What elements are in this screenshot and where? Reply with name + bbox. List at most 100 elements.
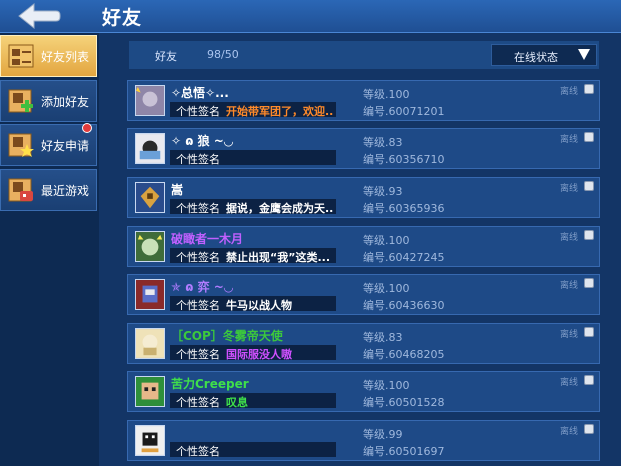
- friend-level: 等级.100: [363, 379, 410, 392]
- friend-row[interactable]: ✯ ɷ 弈 ~◡ 个性签名 牛马以战人物 等级.100 编号.60436630 …: [127, 274, 600, 315]
- friend-name: ✧ ɷ 狼 ~◡: [171, 134, 234, 148]
- select-checkbox[interactable]: [584, 278, 594, 288]
- friend-level: 等级.99: [363, 428, 403, 441]
- recent-games-icon: [8, 178, 33, 202]
- online-status: 离线: [560, 233, 579, 243]
- signature-label: 个性签名: [176, 251, 220, 264]
- friend-request-icon: [8, 133, 34, 157]
- select-checkbox[interactable]: [584, 132, 594, 142]
- signature-box: 个性签名 叹息: [170, 393, 336, 409]
- sidebar-item-recent-games[interactable]: 最近游戏: [0, 169, 97, 211]
- signature-label: 个性签名: [176, 396, 220, 409]
- friend-level: 等级.83: [363, 331, 403, 344]
- friend-id: 编号.60356710: [363, 153, 445, 166]
- back-arrow-icon[interactable]: [16, 2, 62, 30]
- sidebar-item-label: 最近游戏: [41, 184, 90, 198]
- friend-level: 等级.100: [363, 282, 410, 295]
- friend-name: ✯ ɷ 弈 ~◡: [171, 280, 234, 294]
- signature-text: 禁止出现“我”这类...: [226, 251, 330, 264]
- friend-row[interactable]: ［COP］冬雾帝天使 个性签名 国际服没人嗷 等级.83 编号.60468205…: [127, 323, 600, 364]
- sidebar-item-label: 添加好友: [41, 95, 90, 109]
- friend-id: 编号.60365936: [363, 202, 445, 215]
- sidebar-item-friend-list[interactable]: 好友列表: [0, 35, 97, 77]
- friend-level: 等级.100: [363, 88, 410, 101]
- friends-count: 98/50: [207, 48, 239, 61]
- friend-level: 等级.100: [363, 234, 410, 247]
- signature-box: 个性签名 禁止出现“我”这类...: [170, 248, 336, 264]
- friend-level: 等级.83: [363, 136, 403, 149]
- signature-box: 个性签名: [170, 442, 336, 458]
- friend-id: 编号.60468205: [363, 348, 445, 361]
- select-checkbox[interactable]: [584, 181, 594, 191]
- sidebar-item-add-friend[interactable]: 添加好友: [0, 80, 97, 122]
- friend-id: 编号.60436630: [363, 299, 445, 312]
- select-checkbox[interactable]: [584, 375, 594, 385]
- online-status: 离线: [560, 184, 579, 194]
- friend-row[interactable]: 嵩 个性签名 据说，金鹰会成为天... 等级.93 编号.60365936 离线: [127, 177, 600, 218]
- friend-name: 破瞰者一木月: [171, 232, 244, 246]
- signature-label: 个性签名: [176, 153, 220, 166]
- page-title: 好友: [102, 7, 143, 29]
- friend-row[interactable]: ✧总悟✧... 个性签名 开始带军团了，欢迎... 等级.100 编号.6007…: [127, 80, 600, 121]
- signature-text: 叹息: [226, 396, 248, 409]
- friend-row[interactable]: ✧ ɷ 狼 ~◡ 个性签名 等级.83 编号.60356710 离线: [127, 128, 600, 169]
- top-bar: 好友: [0, 0, 621, 33]
- friend-name: ✧总悟✧...: [171, 86, 229, 100]
- signature-label: 个性签名: [176, 445, 220, 458]
- avatar: [135, 328, 165, 359]
- avatar: [135, 182, 165, 213]
- signature-label: 个性签名: [176, 299, 220, 312]
- friend-row[interactable]: 个性签名 等级.99 编号.60501697 离线: [127, 420, 600, 461]
- signature-text: 牛马以战人物: [226, 299, 292, 312]
- online-status: 离线: [560, 135, 579, 145]
- signature-text: 国际服没人嗷: [226, 348, 292, 361]
- avatar: [135, 425, 165, 456]
- friend-level: 等级.93: [363, 185, 403, 198]
- avatar: [135, 279, 165, 310]
- signature-text: 开始带军团了，欢迎...: [226, 105, 334, 118]
- select-checkbox[interactable]: [584, 424, 594, 434]
- signature-box: 个性签名 开始带军团了，欢迎...: [170, 102, 336, 118]
- friends-label: 好友: [155, 50, 177, 63]
- friend-row[interactable]: 苦力Creeper 个性签名 叹息 等级.100 编号.60501528 离线: [127, 371, 600, 412]
- friend-name: ［COP］冬雾帝天使: [171, 329, 283, 343]
- notification-badge: [82, 123, 92, 133]
- signature-box: 个性签名 牛马以战人物: [170, 296, 336, 312]
- avatar: [135, 133, 165, 164]
- signature-label: 个性签名: [176, 202, 220, 215]
- online-status: 离线: [560, 87, 579, 97]
- select-checkbox[interactable]: [584, 327, 594, 337]
- avatar: [135, 85, 165, 116]
- add-friend-icon: [8, 89, 33, 113]
- online-status: 离线: [560, 281, 579, 291]
- sidebar-item-friend-request[interactable]: 好友申请: [0, 123, 97, 166]
- avatar: [135, 231, 165, 262]
- select-checkbox[interactable]: [584, 230, 594, 240]
- signature-box: 个性签名: [170, 150, 336, 166]
- friend-id: 编号.60427245: [363, 251, 445, 264]
- online-status: 离线: [560, 427, 579, 437]
- online-status-dropdown[interactable]: 在线状态: [491, 44, 597, 66]
- friend-list-panel: 好友 98/50 在线状态 ✧总悟✧... 个性签名 开始带军团了，欢迎... …: [99, 33, 621, 466]
- friend-row[interactable]: 破瞰者一木月 个性签名 禁止出现“我”这类... 等级.100 编号.60427…: [127, 226, 600, 267]
- signature-text: 据说，金鹰会成为天...: [226, 202, 334, 215]
- friend-name: 嵩: [171, 183, 184, 197]
- friend-id: 编号.60501528: [363, 396, 445, 409]
- online-status: 离线: [560, 330, 579, 340]
- sidebar: 好友列表 添加好友 好友申请 最近游戏: [0, 33, 99, 466]
- filter-bar: 好友 98/50 在线状态: [129, 41, 599, 69]
- avatar: [135, 376, 165, 407]
- dropdown-arrow-icon: [578, 49, 590, 60]
- select-checkbox[interactable]: [584, 84, 594, 94]
- sidebar-item-label: 好友申请: [41, 139, 90, 153]
- friend-name: 苦力Creeper: [171, 377, 249, 391]
- friend-list-icon: [8, 44, 34, 68]
- sidebar-item-label: 好友列表: [41, 50, 90, 64]
- friend-id: 编号.60501697: [363, 445, 445, 458]
- friend-id: 编号.60071201: [363, 105, 445, 118]
- signature-label: 个性签名: [176, 348, 220, 361]
- signature-box: 个性签名 国际服没人嗷: [170, 345, 336, 361]
- online-status: 离线: [560, 378, 579, 388]
- signature-box: 个性签名 据说，金鹰会成为天...: [170, 199, 336, 215]
- signature-label: 个性签名: [176, 105, 220, 118]
